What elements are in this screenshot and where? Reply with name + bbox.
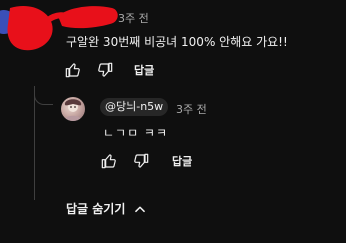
thread-connector <box>34 86 53 105</box>
reply-action-bar: 답글 <box>100 152 192 170</box>
reply-text: ㄴㄱㅁ ㅋㅋ <box>103 126 169 140</box>
reply-timestamp: 3주 전 <box>176 103 207 116</box>
avatar[interactable] <box>61 97 85 121</box>
reply-like-button[interactable] <box>100 152 118 170</box>
reply-dislike-button[interactable] <box>132 152 150 170</box>
chevron-up-icon <box>135 205 146 212</box>
reply-author[interactable]: @당늬-n5w <box>100 98 169 116</box>
hide-replies-button[interactable]: 답글 숨기기 <box>66 200 147 217</box>
comment-text: 구알완 30번째 비공녀 100% 안해요 가요!! <box>66 35 288 49</box>
comment-timestamp: 3주 전 <box>118 12 149 25</box>
thumbs-down-icon <box>98 62 113 77</box>
avatar-image <box>64 99 82 121</box>
thumbs-up-icon <box>101 154 116 169</box>
thumbs-down-icon <box>134 153 149 168</box>
reply-reply-button[interactable]: 답글 <box>172 153 192 169</box>
reply-button[interactable]: 답글 <box>134 62 154 78</box>
comment-action-bar: 답글 <box>64 61 154 79</box>
thread-line <box>34 90 35 200</box>
like-button[interactable] <box>64 61 82 79</box>
hide-replies-label: 답글 숨기기 <box>66 202 126 216</box>
thumbs-up-icon <box>65 63 80 78</box>
dislike-button[interactable] <box>96 61 114 79</box>
